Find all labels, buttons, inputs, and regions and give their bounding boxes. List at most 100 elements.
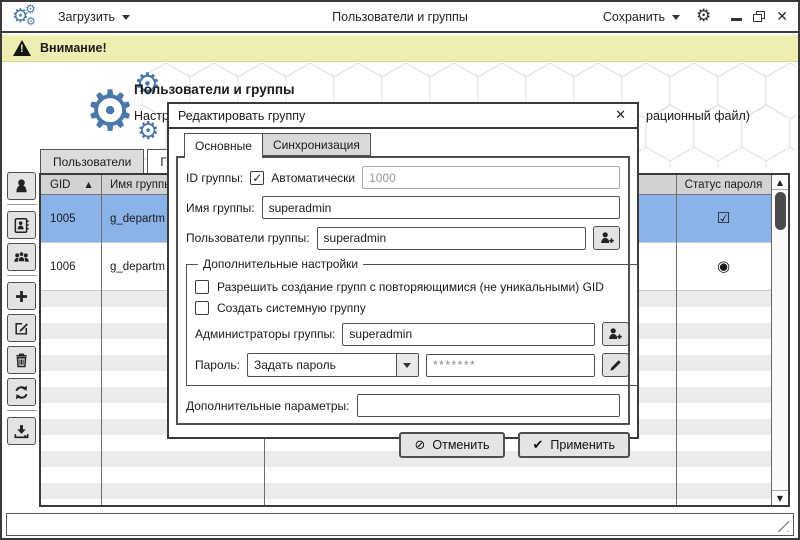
dialog-tabs: Основные Синхронизация xyxy=(169,133,637,156)
warning-text: Внимание! xyxy=(40,41,107,55)
apply-button-label: Применить xyxy=(550,438,615,452)
auto-id-checkbox[interactable]: ✓ xyxy=(250,171,264,185)
plus-icon xyxy=(13,288,30,305)
users-view-button[interactable] xyxy=(7,172,36,200)
cell-gid: 1005 xyxy=(41,213,101,225)
group-name-label: Имя группы: xyxy=(186,201,255,215)
gear-icon: ⚙ xyxy=(85,84,135,140)
page-title: Пользователи и группы xyxy=(134,82,295,97)
download-button[interactable] xyxy=(7,417,36,445)
group-name-input[interactable] xyxy=(262,196,620,219)
groups-view-button[interactable] xyxy=(7,243,36,271)
dialog-tab-main[interactable]: Основные xyxy=(184,133,263,158)
apply-check-icon: ✔ xyxy=(533,439,544,452)
system-group-checkbox[interactable] xyxy=(195,301,209,315)
user-group-icon xyxy=(13,249,30,266)
extra-params-input[interactable] xyxy=(357,394,621,417)
dialog-title: Редактировать группу xyxy=(178,109,305,123)
edit-password-button[interactable] xyxy=(602,353,629,377)
column-header-gid[interactable]: GID ▲ xyxy=(41,175,101,194)
dialog-title-bar: Редактировать группу ✕ xyxy=(169,104,637,129)
toolbar-separator xyxy=(7,410,37,411)
toolbar-separator xyxy=(7,275,37,276)
cancel-button[interactable]: ⊘ Отменить xyxy=(399,432,504,458)
trash-icon xyxy=(13,352,30,369)
group-id-input[interactable] xyxy=(362,166,620,189)
app-window: ⚙ ⚙ ⚙ Загрузить Пользователи и группы Со… xyxy=(0,0,800,540)
vertical-scrollbar[interactable]: ▲ ▼ xyxy=(771,175,788,505)
group-admins-label: Администраторы группы: xyxy=(195,327,335,341)
group-users-label: Пользователи группы: xyxy=(186,231,310,245)
gear-icon: ⚙ xyxy=(26,16,36,27)
password-status-checked-icon: ☑ xyxy=(676,211,771,226)
allow-duplicate-gid-checkbox[interactable] xyxy=(195,280,209,294)
settings-gear-button[interactable]: ⚙ xyxy=(696,8,711,25)
dialog-close-button[interactable]: ✕ xyxy=(613,109,628,122)
add-admin-button[interactable] xyxy=(602,322,629,346)
minimize-button[interactable] xyxy=(731,18,742,21)
scroll-up-button[interactable]: ▲ xyxy=(772,175,788,190)
scroll-down-button[interactable]: ▼ xyxy=(772,490,788,505)
password-input[interactable] xyxy=(426,354,595,377)
advanced-settings-legend: Дополнительные настройки xyxy=(198,257,363,271)
add-user-to-group-button[interactable] xyxy=(593,226,620,250)
save-menu-label: Сохранить xyxy=(603,10,665,24)
cancel-icon: ⊘ xyxy=(414,439,425,452)
password-mode-select[interactable]: Задать пароль xyxy=(247,353,419,377)
group-users-input[interactable] xyxy=(317,227,586,250)
sort-ascending-icon: ▲ xyxy=(85,181,91,189)
refresh-button[interactable] xyxy=(7,378,36,406)
gear-icon: ⚙ xyxy=(25,3,36,15)
load-menu-button[interactable]: Загрузить xyxy=(58,10,130,24)
cell-gid: 1006 xyxy=(41,261,101,273)
scrollbar-thumb[interactable] xyxy=(775,192,786,230)
cancel-button-label: Отменить xyxy=(432,438,489,452)
window-title: Пользователи и группы xyxy=(202,10,598,24)
left-toolbar xyxy=(7,172,37,449)
column-header-password-status[interactable]: Статус пароля xyxy=(676,175,771,194)
page-subtitle-left-fragment: Настр xyxy=(134,109,169,123)
add-group-button[interactable] xyxy=(7,282,36,310)
load-menu-label: Загрузить xyxy=(58,10,115,24)
warning-icon xyxy=(13,40,31,56)
download-icon xyxy=(13,423,30,440)
apply-button[interactable]: ✔ Применить xyxy=(518,432,631,458)
user-silhouette-icon xyxy=(13,178,30,195)
contacts-button[interactable] xyxy=(7,211,36,239)
dialog-tab-sync[interactable]: Синхронизация xyxy=(263,133,371,156)
warning-bar: Внимание! xyxy=(2,35,798,62)
password-mode-value: Задать пароль xyxy=(248,354,396,376)
combo-dropdown-button[interactable] xyxy=(396,354,418,376)
password-label: Пароль: xyxy=(195,358,240,372)
advanced-settings-group: Дополнительные настройки Разрешить созда… xyxy=(186,257,638,386)
status-bar xyxy=(6,513,794,536)
dialog-buttons-row: ⊘ Отменить ✔ Применить xyxy=(169,425,637,458)
extra-params-label: Дополнительные параметры: xyxy=(186,399,350,413)
close-button[interactable]: ✕ xyxy=(776,10,788,24)
delete-group-button[interactable] xyxy=(7,346,36,374)
tab-users[interactable]: Пользователи xyxy=(40,149,144,173)
app-logo-icon: ⚙ ⚙ ⚙ xyxy=(12,4,44,30)
edit-group-button[interactable] xyxy=(7,314,36,342)
resize-grip[interactable] xyxy=(776,519,789,532)
edit-group-dialog: Редактировать группу ✕ Основные Синхрони… xyxy=(167,102,639,439)
password-status-dot-icon: ◉ xyxy=(676,259,771,274)
chevron-down-icon xyxy=(122,15,130,20)
maximize-button[interactable] xyxy=(753,11,765,22)
allow-duplicate-gid-label: Разрешить создание групп с повторяющимис… xyxy=(217,280,604,294)
auto-id-checkbox-label: Автоматически xyxy=(271,171,355,185)
address-book-icon xyxy=(13,217,30,234)
edit-icon xyxy=(13,320,30,337)
check-icon: ✓ xyxy=(252,172,262,184)
page-subtitle-right-fragment: рационный файл) xyxy=(646,109,750,123)
group-admins-input[interactable] xyxy=(342,323,595,346)
group-id-label: ID группы: xyxy=(186,171,243,185)
column-divider xyxy=(676,175,677,505)
toolbar-separator xyxy=(7,204,37,205)
user-add-icon xyxy=(607,326,623,342)
user-add-icon xyxy=(599,230,615,246)
chevron-down-icon xyxy=(403,363,411,368)
title-bar: ⚙ ⚙ ⚙ Загрузить Пользователи и группы Со… xyxy=(2,2,798,33)
system-group-label: Создать системную группу xyxy=(217,301,366,315)
save-menu-button[interactable]: Сохранить xyxy=(603,10,680,24)
